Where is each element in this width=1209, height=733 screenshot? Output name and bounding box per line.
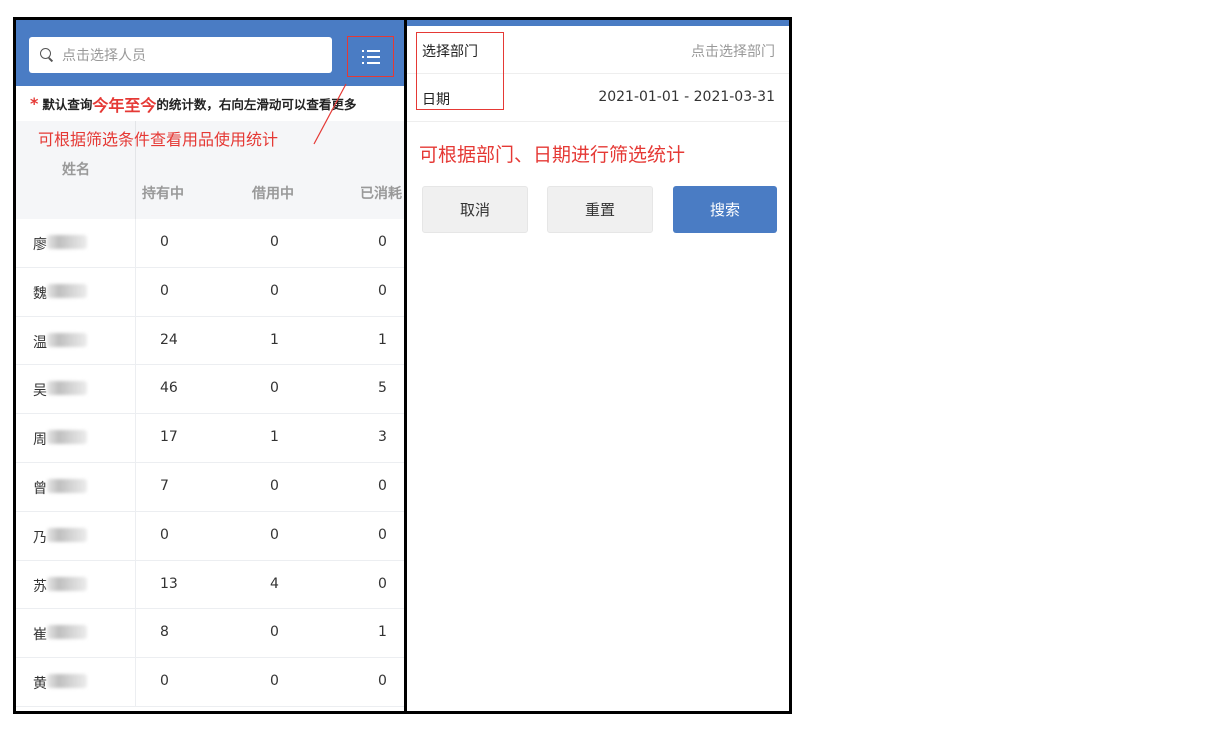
notice-prefix: 默认查询 (42, 97, 93, 112)
reset-button[interactable]: 重置 (547, 186, 653, 233)
search-button[interactable]: 搜索 (673, 186, 777, 233)
blurred-name (47, 625, 87, 640)
row-consumed: 0 (378, 282, 387, 299)
column-header-consumed[interactable]: 已消耗 (360, 183, 402, 203)
column-header-name-label: 姓名 (62, 162, 90, 178)
table-row[interactable]: 崔 8 0 1 (16, 609, 404, 659)
row-consumed: 0 (378, 575, 387, 592)
notice-star: * (30, 94, 39, 113)
row-holding: 7 (160, 477, 169, 494)
row-borrowing: 1 (270, 429, 279, 446)
table-row[interactable]: 廖 0 0 0 (16, 219, 404, 268)
blurred-name (47, 430, 87, 445)
row-borrowing: 4 (270, 575, 279, 592)
table-row[interactable]: 魏 0 0 0 (16, 267, 404, 317)
row-borrowing: 0 (270, 526, 279, 543)
row-surname: 曾 (33, 480, 47, 497)
row-holding: 13 (160, 575, 178, 592)
row-borrowing: 1 (270, 331, 279, 348)
blurred-name (47, 381, 87, 396)
table-header: 姓名 可根据筛选条件查看用品使用统计 持有中 借用中 已消耗 (16, 121, 404, 219)
row-consumed: 0 (378, 234, 387, 250)
filter-panel: 选择部门 点击选择部门 日期 2021-01-01 - 2021-03-31 可… (407, 20, 789, 711)
person-search-input[interactable]: 点击选择人员 (29, 37, 332, 73)
top-bar: 点击选择人员 (16, 20, 404, 86)
row-surname: 温 (33, 334, 47, 351)
blurred-name (47, 674, 87, 689)
stats-table-body: 廖 0 0 0 魏 0 0 0 温 24 1 1 吴 46 0 5 周 17 1… (16, 219, 404, 707)
row-surname: 崔 (33, 627, 47, 644)
blurred-name (47, 283, 87, 298)
row-surname: 黄 (33, 676, 47, 693)
date-range-value: 2021-01-01 - 2021-03-31 (598, 89, 775, 105)
default-query-notice: * 默认查询 今年至今 的统计数，右向左滑动可以查看更多 (16, 86, 404, 121)
stats-panel: 点击选择人员 * 默认查询 今年至今 的统计数，右向左滑动可以查看更多 姓名 可… (16, 20, 404, 711)
notice-suffix: 的统计数，右向左滑动可以查看更多 (156, 97, 357, 112)
table-row[interactable]: 苏 13 4 0 (16, 560, 404, 610)
table-row[interactable]: 周 17 1 3 (16, 414, 404, 463)
list-icon (361, 49, 380, 65)
row-holding: 8 (160, 624, 169, 641)
row-consumed: 3 (378, 429, 387, 446)
row-consumed: 5 (378, 380, 387, 397)
blurred-name (47, 527, 87, 542)
row-holding: 0 (160, 234, 169, 250)
row-holding: 24 (160, 331, 178, 348)
column-header-holding[interactable]: 持有中 (142, 183, 184, 203)
annotation-highlight-box (416, 32, 504, 110)
blurred-name (47, 478, 87, 493)
blurred-name (47, 235, 87, 249)
row-surname: 吴 (33, 383, 47, 400)
row-consumed: 0 (378, 477, 387, 494)
row-holding: 0 (160, 282, 169, 299)
row-surname: 廖 (33, 237, 47, 253)
row-consumed: 1 (378, 331, 387, 348)
column-header-borrowing[interactable]: 借用中 (252, 183, 294, 203)
filter-menu-button[interactable] (347, 36, 394, 77)
row-surname: 乃 (33, 529, 47, 546)
row-holding: 0 (160, 526, 169, 543)
department-placeholder: 点击选择部门 (691, 44, 775, 60)
table-row[interactable]: 黄 0 0 0 (16, 658, 404, 707)
blurred-name (47, 332, 87, 347)
blurred-name (47, 576, 87, 591)
row-consumed: 0 (378, 673, 387, 690)
row-surname: 周 (33, 432, 47, 449)
cancel-button[interactable]: 取消 (422, 186, 528, 233)
search-icon (39, 47, 55, 63)
table-row[interactable]: 温 24 1 1 (16, 316, 404, 366)
search-placeholder: 点击选择人员 (62, 48, 146, 64)
table-row[interactable]: 吴 46 0 5 (16, 365, 404, 415)
row-borrowing: 0 (270, 477, 279, 494)
row-borrowing: 0 (270, 380, 279, 397)
row-holding: 46 (160, 380, 178, 397)
screenshot-frame: 点击选择人员 * 默认查询 今年至今 的统计数，右向左滑动可以查看更多 姓名 可… (13, 17, 792, 714)
row-borrowing: 0 (270, 282, 279, 299)
row-consumed: 1 (378, 624, 387, 641)
row-surname: 苏 (33, 578, 47, 595)
annotation-filter-fields-hint: 可根据部门、日期进行筛选统计 (419, 145, 686, 166)
row-borrowing: 0 (270, 234, 279, 250)
row-borrowing: 0 (270, 673, 279, 690)
row-holding: 0 (160, 673, 169, 690)
notice-highlight: 今年至今 (92, 95, 157, 115)
row-borrowing: 0 (270, 624, 279, 641)
table-row[interactable]: 曾 7 0 0 (16, 462, 404, 512)
row-surname: 魏 (33, 285, 47, 302)
row-consumed: 0 (378, 526, 387, 543)
table-row[interactable]: 乃 0 0 0 (16, 511, 404, 561)
annotation-filter-hint: 可根据筛选条件查看用品使用统计 (38, 132, 279, 149)
row-holding: 17 (160, 429, 178, 446)
